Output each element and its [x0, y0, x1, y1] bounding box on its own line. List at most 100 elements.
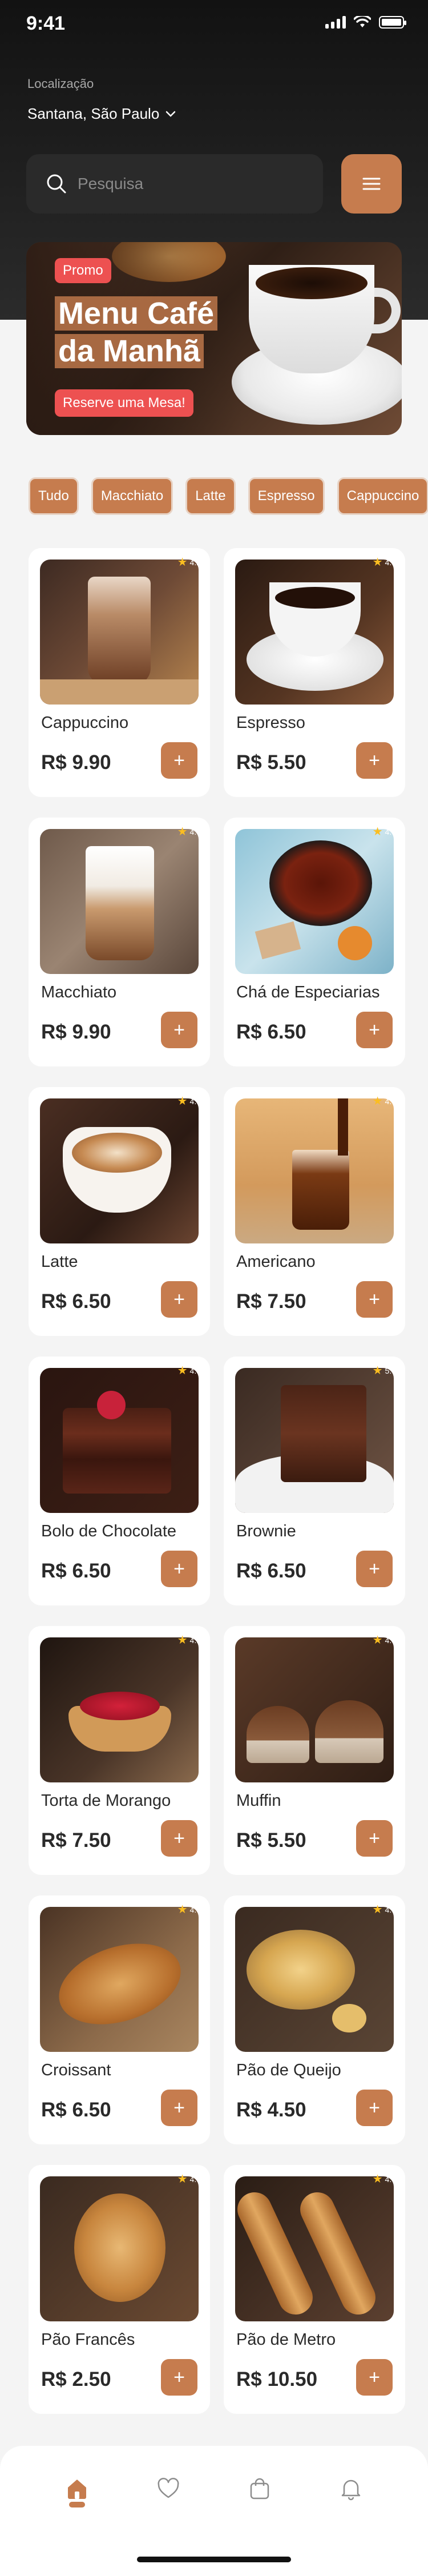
product-card[interactable]: ★ 4.2 Cappuccino R$ 9.90 + [29, 548, 210, 797]
product-name: Latte [41, 1253, 78, 1271]
rating-badge: ★ 4.6 [373, 1094, 396, 1108]
add-to-cart-button[interactable]: + [356, 1281, 393, 1318]
add-to-cart-button[interactable]: + [161, 1281, 197, 1318]
product-card[interactable]: ★ 4.5 Croissant R$ 6.50 + [29, 1895, 210, 2144]
add-to-cart-button[interactable]: + [356, 2090, 393, 2126]
rating-value: 4.0 [385, 2174, 396, 2184]
product-price: R$ 5.50 [236, 751, 306, 774]
product-name: Torta de Morango [41, 1792, 171, 1810]
promo-title: Menu Café da Manhã [55, 295, 243, 370]
product-card[interactable]: ★ 4.6 Americano R$ 7.50 + [224, 1087, 405, 1336]
search-input[interactable] [78, 175, 294, 193]
product-image-brownie [235, 1368, 394, 1513]
product-image-latte [40, 1098, 199, 1243]
rating-badge: ★ 5.0 [373, 1363, 396, 1378]
star-icon: ★ [372, 1365, 383, 1377]
star-icon: ★ [177, 2173, 188, 2185]
rating-value: 4.3 [385, 1635, 396, 1645]
add-to-cart-button[interactable]: + [161, 1012, 197, 1048]
add-to-cart-button[interactable]: + [161, 742, 197, 779]
rating-badge: ★ 4.4 [177, 824, 201, 839]
location-selector[interactable]: Santana, São Paulo [27, 105, 176, 123]
rating-badge: ★ 4.5 [373, 555, 396, 569]
product-card[interactable]: ★ 4.3 Muffin R$ 5.50 + [224, 1626, 405, 1875]
rating-value: 4.6 [385, 827, 396, 836]
filter-button[interactable] [341, 154, 402, 214]
product-card[interactable]: ★ 4.1 Torta de Morango R$ 7.50 + [29, 1626, 210, 1875]
star-icon: ★ [372, 2173, 383, 2185]
home-indicator [137, 2557, 291, 2562]
add-to-cart-button[interactable]: + [356, 2359, 393, 2396]
rating-value: 4.5 [385, 557, 396, 567]
product-image-muffin [235, 1637, 394, 1782]
add-to-cart-button[interactable]: + [161, 2090, 197, 2126]
rating-value: 4.4 [189, 827, 201, 836]
add-to-cart-button[interactable]: + [356, 1012, 393, 1048]
product-card[interactable]: ★ 4.6 Chá de Especiarias R$ 6.50 + [224, 818, 405, 1066]
bell-icon [341, 2480, 361, 2501]
rating-value: 4.6 [385, 1096, 396, 1106]
product-image-cha [235, 829, 394, 974]
add-to-cart-button[interactable]: + [356, 1551, 393, 1587]
product-price: R$ 6.50 [236, 1560, 306, 1582]
bag-icon [250, 2478, 269, 2499]
product-card[interactable]: ★ 4.7 Pão de Queijo R$ 4.50 + [224, 1895, 405, 2144]
add-to-cart-button[interactable]: + [161, 1551, 197, 1587]
star-icon: ★ [372, 556, 383, 569]
product-name: Bolo de Chocolate [41, 1522, 176, 1540]
product-image-cappuccino [40, 560, 199, 705]
product-name: Espresso [236, 714, 305, 732]
tab-bag[interactable] [240, 2469, 280, 2509]
product-card[interactable]: ★ 4.4 Macchiato R$ 9.90 + [29, 818, 210, 1066]
product-price: R$ 2.50 [41, 2368, 111, 2390]
rating-value: 4.8 [189, 1096, 201, 1106]
product-card[interactable]: ★ 4.0 Pão de Metro R$ 10.50 + [224, 2165, 405, 2414]
reserve-button[interactable]: Reserve uma Mesa! [55, 389, 193, 417]
product-price: R$ 6.50 [41, 2099, 111, 2121]
product-price: R$ 7.50 [236, 1290, 306, 1313]
add-to-cart-button[interactable]: + [356, 742, 393, 779]
tab-notifications[interactable] [331, 2469, 371, 2509]
search-bar[interactable] [26, 154, 323, 214]
rating-badge: ★ 4.8 [177, 1363, 201, 1378]
product-card[interactable]: ★ 4.8 Latte R$ 6.50 + [29, 1087, 210, 1336]
star-icon: ★ [177, 556, 188, 569]
tab-favorites[interactable] [148, 2469, 188, 2509]
star-icon: ★ [372, 1634, 383, 1647]
product-card[interactable]: ★ 4.5 Espresso R$ 5.50 + [224, 548, 405, 797]
star-icon: ★ [177, 826, 188, 838]
star-icon: ★ [177, 1634, 188, 1647]
product-card[interactable]: ★ 4.8 Pão Francês R$ 2.50 + [29, 2165, 210, 2414]
signal-icon [325, 16, 346, 29]
product-image-pao-queijo [235, 1907, 394, 2052]
category-chip-latte[interactable]: Latte [185, 477, 236, 515]
add-to-cart-button[interactable]: + [356, 1820, 393, 1857]
rating-value: 4.1 [189, 1635, 201, 1645]
product-image-pao-frances [40, 2176, 199, 2321]
rating-value: 4.5 [189, 1905, 201, 1914]
product-price: R$ 6.50 [41, 1290, 111, 1313]
add-to-cart-button[interactable]: + [161, 2359, 197, 2396]
product-card[interactable]: ★ 4.8 Bolo de Chocolate R$ 6.50 + [29, 1357, 210, 1605]
filter-icon [362, 178, 381, 190]
product-price: R$ 7.50 [41, 1829, 111, 1852]
category-chip-espresso[interactable]: Espresso [248, 477, 325, 515]
add-to-cart-button[interactable]: + [161, 1820, 197, 1857]
product-name: Brownie [236, 1522, 296, 1540]
promo-banner[interactable]: Promo Menu Café da Manhã Reserve uma Mes… [26, 242, 402, 435]
chevron-down-icon [166, 111, 176, 117]
bottom-tab-bar [0, 2446, 428, 2576]
product-name: Cappuccino [41, 714, 129, 732]
star-icon: ★ [177, 1095, 188, 1108]
product-price: R$ 6.50 [236, 1021, 306, 1043]
rating-value: 4.8 [189, 2174, 201, 2184]
location-label: Localização [27, 77, 94, 91]
star-icon: ★ [177, 1903, 188, 1916]
category-chip-tudo[interactable]: Tudo [29, 477, 79, 515]
category-chip-cappuccino[interactable]: Cappuccino [337, 477, 428, 515]
product-name: Macchiato [41, 983, 117, 1001]
category-chip-macchiato[interactable]: Macchiato [91, 477, 173, 515]
rating-badge: ★ 4.0 [373, 2172, 396, 2186]
product-card[interactable]: ★ 5.0 Brownie R$ 6.50 + [224, 1357, 405, 1605]
product-name: Muffin [236, 1792, 281, 1810]
